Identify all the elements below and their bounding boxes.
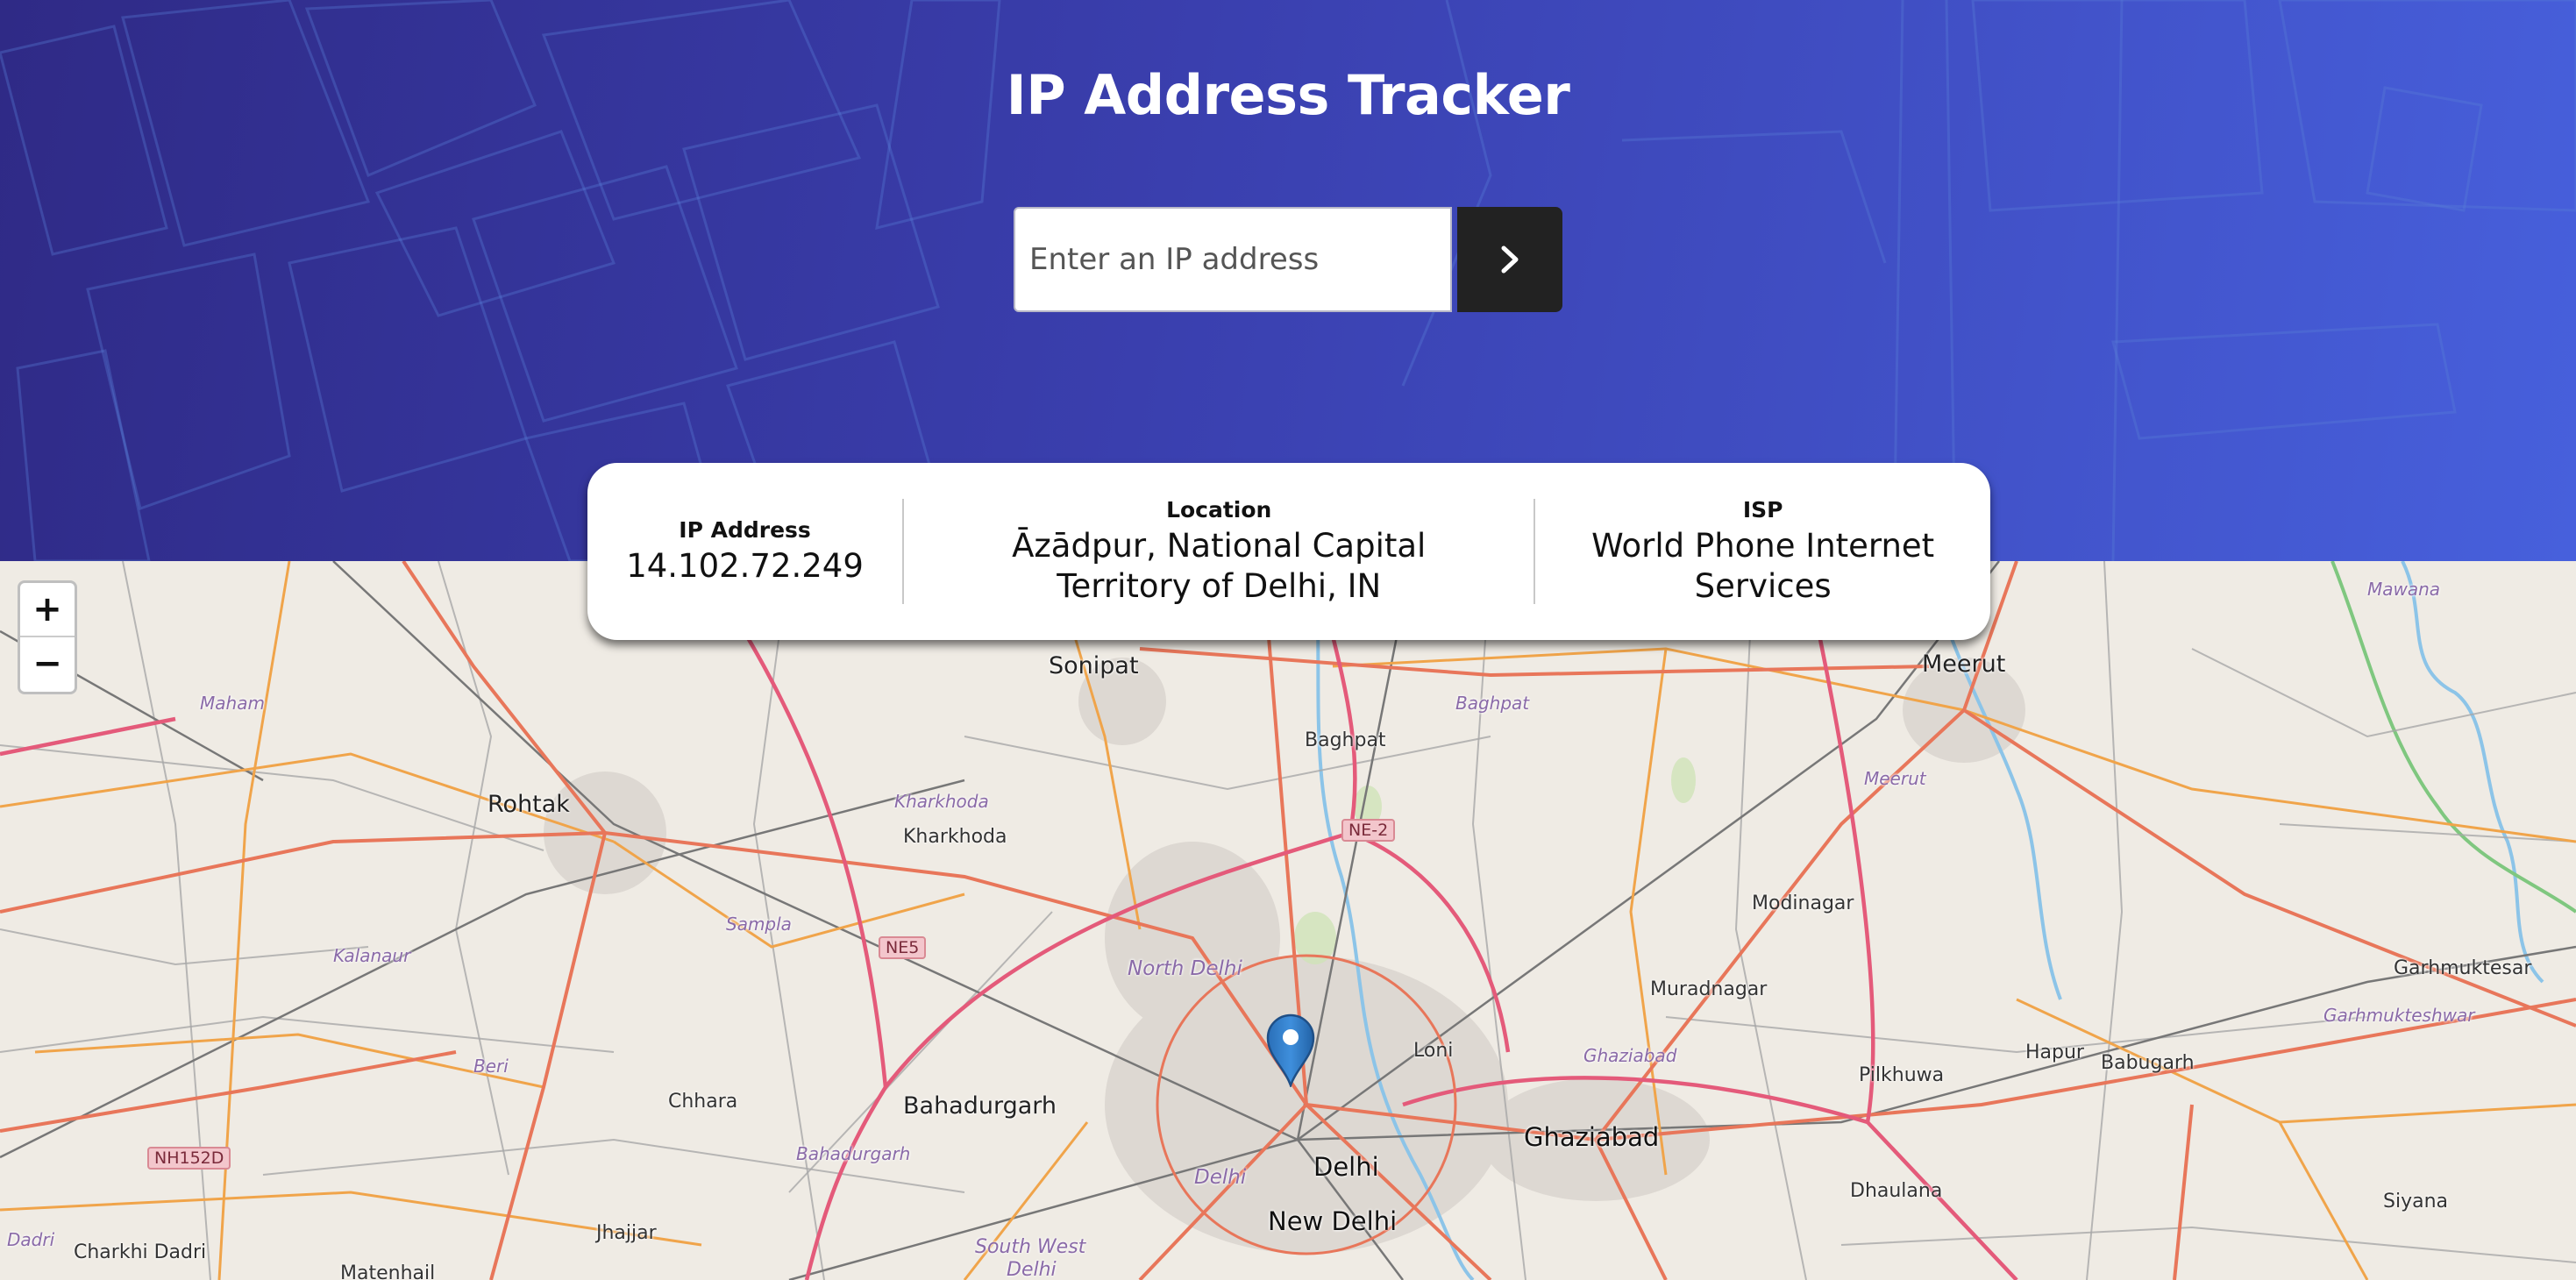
place-label: Muradnagar <box>1650 978 1768 1000</box>
place-label: Ghaziabad <box>1583 1045 1677 1066</box>
chevron-right-icon <box>1501 245 1519 274</box>
map-view[interactable]: Sonipat Meerut Mawana Maham Baghpat Bagh… <box>0 561 2576 1280</box>
submit-button[interactable] <box>1457 207 1562 312</box>
ip-info-card: IP Address 14.102.72.249 Location Āzādpu… <box>587 463 1990 640</box>
ip-address-section: IP Address 14.102.72.249 <box>587 517 902 587</box>
isp-value-line1: World Phone Internet <box>1591 526 1935 565</box>
place-label: Babugarh <box>2101 1052 2195 1074</box>
place-label: Modinagar <box>1752 892 1854 914</box>
place-label: Kharkhoda <box>903 826 1007 848</box>
location-section: Location Āzādpur, National Capital Terri… <box>904 497 1534 607</box>
place-label: South West <box>975 1236 1086 1258</box>
zoom-out-button[interactable]: − <box>20 636 75 690</box>
place-label: Maham <box>200 693 265 714</box>
location-label: Location <box>1166 496 1272 523</box>
isp-section: ISP World Phone Internet Services <box>1535 497 1990 607</box>
place-label: Beri <box>473 1056 509 1077</box>
place-label: Chhara <box>668 1091 738 1113</box>
road-badge: NE-2 <box>1341 819 1396 842</box>
ip-address-input[interactable] <box>1014 207 1452 312</box>
location-value-line1: Āzādpur, National Capital <box>1012 526 1427 565</box>
page-title: IP Address Tracker <box>1006 63 1570 127</box>
place-label: Garhmukteshwar <box>2323 1005 2475 1026</box>
place-label: Delhi <box>1194 1166 1247 1189</box>
ip-search-form <box>1014 207 1562 312</box>
zoom-in-button[interactable]: + <box>20 583 75 636</box>
place-label: Bahadurgarh <box>796 1143 911 1164</box>
place-label: Baghpat <box>1455 693 1530 714</box>
place-label: Charkhi Dadri <box>74 1241 207 1263</box>
place-label: Meerut <box>1864 768 1926 789</box>
map-tiles <box>0 561 2576 1280</box>
place-label: Loni <box>1413 1040 1454 1062</box>
place-label: North Delhi <box>1128 957 1242 980</box>
place-label: Delhi <box>1007 1259 1057 1280</box>
zoom-control: + − <box>18 580 77 694</box>
place-label: Sonipat <box>1049 652 1139 679</box>
place-label: Dhaulana <box>1850 1180 1943 1202</box>
place-label: Dadri <box>7 1229 55 1250</box>
road-badge: NH152D <box>147 1147 231 1170</box>
place-label: Matenhail <box>340 1262 436 1280</box>
place-label: Ghaziabad <box>1524 1122 1660 1152</box>
isp-value-line2: Services <box>1694 566 1832 605</box>
place-label: Sampla <box>726 914 792 935</box>
location-value-line2: Territory of Delhi, IN <box>1057 566 1382 605</box>
road-badge: NE5 <box>879 936 927 959</box>
place-label: Kharkhoda <box>894 791 989 812</box>
place-label: Hapur <box>2025 1042 2084 1063</box>
ip-address-label: IP Address <box>679 516 811 543</box>
place-label: New Delhi <box>1268 1206 1398 1236</box>
place-label: Siyana <box>2383 1191 2449 1212</box>
place-label: Rohtak <box>487 791 570 818</box>
place-label: Bahadurgarh <box>903 1092 1057 1120</box>
place-label: Delhi <box>1313 1152 1379 1182</box>
place-label: Mawana <box>2367 579 2441 600</box>
place-label: Garhmuktesar <box>2394 957 2532 979</box>
place-label: Pilkhuwa <box>1859 1064 1945 1086</box>
place-label: Meerut <box>1922 651 2006 678</box>
place-label: Baghpat <box>1305 729 1386 751</box>
ip-address-value: 14.102.72.249 <box>626 546 864 585</box>
place-label: Kalanaur <box>333 945 411 966</box>
isp-label: ISP <box>1742 496 1783 523</box>
map-pin-icon[interactable] <box>1265 1013 1316 1087</box>
place-label: Jhajjar <box>596 1222 657 1244</box>
